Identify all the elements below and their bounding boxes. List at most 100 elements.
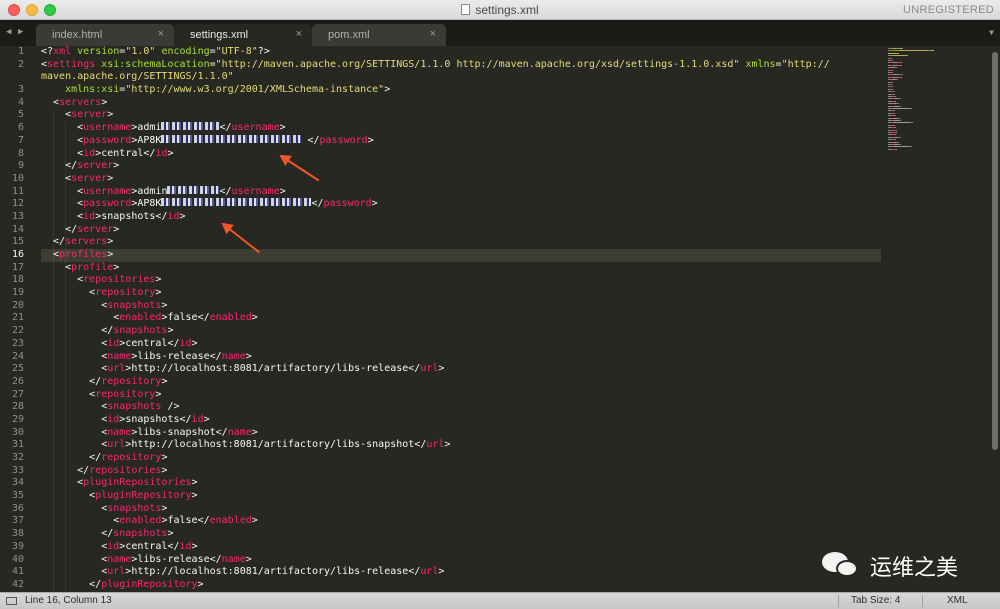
code-line[interactable]: </repository> [41, 452, 881, 465]
code-token: < [41, 287, 96, 299]
line-number: 26 [11, 375, 24, 387]
code-line[interactable]: xmlns:xsi="http://www.w3.org/2001/XMLSch… [41, 84, 881, 97]
code-line[interactable]: </snapshots> [41, 528, 881, 541]
code-line[interactable]: <server> [41, 173, 881, 186]
code-line[interactable]: <id>central</id> [41, 338, 881, 351]
code-line[interactable]: <url>http://localhost:8081/artifactory/l… [41, 566, 881, 579]
code-line[interactable]: </repositories> [41, 465, 881, 478]
code-line[interactable]: <username>admin </username> [41, 185, 881, 199]
code-line[interactable]: <id>central</id> [41, 541, 881, 554]
code-line[interactable]: <snapshots /> [41, 401, 881, 414]
code-line[interactable]: <url>http://localhost:8081/artifactory/l… [41, 363, 881, 376]
code-token: < [41, 363, 108, 375]
code-token: > [251, 426, 258, 438]
tab-next-icon[interactable]: ▶ [18, 27, 23, 37]
code-line[interactable]: </snapshots> [41, 325, 881, 338]
code-token: > [179, 210, 186, 222]
code-token: < [41, 350, 108, 362]
code-line[interactable]: </repository> [41, 376, 881, 389]
line-number: 8 [17, 147, 24, 159]
code-line[interactable]: <enabled>false</enabled> [41, 515, 881, 528]
panel-toggle-icon[interactable] [6, 597, 17, 605]
code-token: < [41, 172, 72, 184]
minimap-stroke [911, 108, 912, 109]
minimap-stroke [895, 115, 896, 117]
redacted-text [167, 185, 220, 194]
syntax-selector[interactable]: XML [947, 595, 968, 606]
code-line[interactable]: maven.apache.org/SETTINGS/1.1.0" [41, 71, 881, 84]
code-line[interactable]: <snapshots> [41, 503, 881, 516]
tab-close-icon[interactable]: × [296, 28, 302, 40]
code-line[interactable]: </server> [41, 224, 881, 237]
code-line[interactable]: <enabled>false</enabled> [41, 312, 881, 325]
line-number: 34 [11, 477, 24, 489]
code-line[interactable]: <server> [41, 109, 881, 122]
code-line[interactable]: <repositories> [41, 274, 881, 287]
code-line[interactable]: <name>libs-release</name> [41, 351, 881, 364]
line-number-gutter: 1 2 3 4 5 6 7 8 9 10 11 12 13 14 15 16 17 18 19 20 21 22 23 24 2… [0, 46, 34, 592]
code-token: </ [215, 426, 228, 438]
code-token: > [155, 274, 162, 286]
code-editor[interactable]: <?xml version="1.0" encoding="UTF-8"?> <s… [41, 46, 881, 592]
code-token: <? [41, 46, 54, 57]
status-divider [838, 595, 839, 607]
vertical-scrollbar[interactable] [992, 52, 998, 450]
code-token: enabled [209, 312, 252, 324]
tab-close-icon[interactable]: × [158, 28, 164, 40]
tab-menu-icon[interactable]: ▼ [989, 28, 994, 37]
tab-close-icon[interactable]: × [430, 28, 436, 40]
code-token: > [251, 312, 258, 324]
line-number: 14 [11, 223, 24, 235]
code-line[interactable]: <password>AP8K </password> [41, 134, 881, 148]
minimap-stroke [894, 91, 895, 93]
code-token: < [41, 439, 108, 451]
code-token: maven.apache.org/SETTINGS/1.1.0" [41, 71, 234, 83]
code-token: username [231, 122, 280, 134]
code-line[interactable]: </server> [41, 160, 881, 173]
code-line[interactable]: </pluginRepository> [41, 579, 881, 592]
minimap-stroke [912, 122, 913, 124]
line-number: 38 [11, 528, 24, 540]
code-line[interactable]: <?xml version="1.0" encoding="UTF-8"?> [41, 46, 881, 59]
code-line[interactable]: <servers> [41, 97, 881, 110]
code-line[interactable]: <snapshots> [41, 300, 881, 313]
code-line[interactable]: <profiles> [41, 249, 881, 262]
code-line[interactable]: <id>snapshots</id> [41, 414, 881, 427]
document-icon [461, 4, 471, 15]
code-line[interactable]: <settings xsi:schemaLocation="http://mav… [41, 59, 881, 72]
minimap-stroke [894, 93, 895, 95]
tab-size-selector[interactable]: Tab Size: 4 [851, 595, 900, 606]
code-token: < [41, 299, 108, 311]
code-line[interactable]: <repository> [41, 287, 881, 300]
tab-index-html[interactable]: index.html × [36, 24, 174, 46]
tab-pom-xml[interactable]: pom.xml × [312, 24, 446, 46]
minimap-stroke [898, 141, 899, 143]
line-number: 19 [11, 287, 24, 299]
minimap-stroke [900, 98, 901, 100]
code-line[interactable]: </servers> [41, 236, 881, 249]
code-line[interactable]: <password>AP8K </password> [41, 198, 881, 211]
minimap[interactable] [884, 46, 990, 156]
tab-prev-icon[interactable]: ◀ [6, 27, 11, 37]
code-line[interactable]: <id>central</id> [41, 148, 881, 161]
line-number: 39 [11, 540, 24, 552]
code-line[interactable]: <profile> [41, 262, 881, 275]
code-line[interactable]: <name>libs-snapshot</name> [41, 427, 881, 440]
line-number: 18 [11, 274, 24, 286]
code-line[interactable]: <pluginRepository> [41, 490, 881, 503]
tab-settings-xml[interactable]: settings.xml × [174, 24, 312, 46]
minimap-stroke [931, 50, 934, 52]
code-line[interactable]: <name>libs-release</name> [41, 554, 881, 567]
tab-bar: ◀ ▶ index.html × settings.xml × pom.xml … [0, 20, 1000, 46]
code-token: username [83, 185, 132, 197]
cursor-position: Line 16, Column 13 [25, 595, 112, 606]
code-line[interactable]: <repository> [41, 389, 881, 402]
code-line[interactable]: <username>admi </username> [41, 122, 881, 135]
minimap-stroke [892, 72, 893, 73]
code-token: > [371, 198, 378, 210]
code-line[interactable]: <url>http://localhost:8081/artifactory/l… [41, 439, 881, 452]
code-line[interactable]: <id>snapshots</id> [41, 211, 881, 224]
code-line[interactable]: <pluginRepositories> [41, 477, 881, 490]
code-token: http://localhost:8081/artifactory/libs-s… [131, 439, 415, 451]
code-token: ?> [257, 46, 270, 57]
